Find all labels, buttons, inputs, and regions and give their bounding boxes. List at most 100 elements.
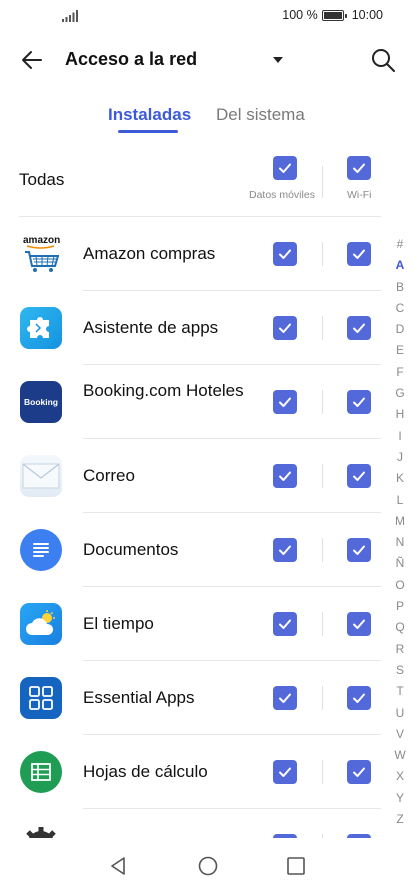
index-letter[interactable]: A xyxy=(390,255,410,276)
index-letter[interactable]: K xyxy=(390,468,410,489)
wifi-checkbox[interactable] xyxy=(347,390,371,414)
mobile-data-checkbox[interactable] xyxy=(273,760,297,784)
index-letter[interactable]: L xyxy=(390,490,410,511)
app-row[interactable]: El tiempo xyxy=(0,587,385,661)
wifi-checkbox[interactable] xyxy=(347,242,371,266)
checkmark-icon xyxy=(353,693,365,703)
alphabet-index[interactable]: # A B C D E F G H I J K L M N Ñ O P Q R S T U V W X Y Z xyxy=(390,234,410,830)
column-divider xyxy=(322,538,323,562)
app-name: Correo xyxy=(83,466,135,485)
app-name: Booking.com Hoteles xyxy=(83,381,244,400)
mobile-data-checkbox[interactable] xyxy=(273,242,297,266)
all-wifi-checkbox[interactable] xyxy=(347,156,371,180)
index-letter[interactable]: N xyxy=(390,532,410,553)
dropdown-triangle-icon[interactable] xyxy=(270,52,286,68)
index-letter[interactable]: M xyxy=(390,511,410,532)
wifi-checkbox[interactable] xyxy=(347,686,371,710)
tab-instaladas[interactable]: Instaladas xyxy=(108,105,191,125)
mobile-data-checkbox[interactable] xyxy=(273,612,297,636)
index-letter[interactable]: X xyxy=(390,766,410,787)
index-letter[interactable]: D xyxy=(390,319,410,340)
app-bar: Acceso a la red xyxy=(0,38,415,82)
app-row[interactable]: Essential Apps xyxy=(0,661,385,735)
home-nav-icon[interactable] xyxy=(196,854,220,878)
all-mobile-data-checkbox[interactable] xyxy=(273,156,297,180)
grid-apps-icon xyxy=(20,677,62,719)
index-letter[interactable]: S xyxy=(390,660,410,681)
wifi-checkbox[interactable] xyxy=(347,760,371,784)
index-letter[interactable]: O xyxy=(390,575,410,596)
checkmark-icon xyxy=(279,471,291,481)
back-nav-icon[interactable] xyxy=(106,854,130,878)
index-letter[interactable]: Z xyxy=(390,809,410,830)
index-letter[interactable]: E xyxy=(390,340,410,361)
index-letter[interactable]: I xyxy=(390,426,410,447)
checkmark-icon xyxy=(353,163,365,173)
checkmark-icon xyxy=(353,767,365,777)
app-row[interactable]: Correo xyxy=(0,439,385,513)
checkmark-icon xyxy=(353,545,365,555)
back-button[interactable] xyxy=(18,46,46,74)
index-letter[interactable]: V xyxy=(390,724,410,745)
app-row[interactable]: Booking Booking.com Hoteles xyxy=(0,365,385,439)
tab-indicator xyxy=(118,130,178,133)
column-divider xyxy=(322,686,323,710)
mobile-data-checkbox[interactable] xyxy=(273,464,297,488)
checkmark-icon xyxy=(279,693,291,703)
all-label: Todas xyxy=(19,170,65,189)
app-row[interactable]: Documentos xyxy=(0,513,385,587)
index-letter[interactable]: U xyxy=(390,703,410,724)
index-letter[interactable]: T xyxy=(390,681,410,702)
index-letter[interactable]: F xyxy=(390,362,410,383)
app-row[interactable]: Hojas de cálculo xyxy=(0,735,385,809)
column-divider xyxy=(322,464,323,488)
all-apps-row: Todas Datos móviles Wi-Fi xyxy=(0,150,415,216)
mobile-data-checkbox[interactable] xyxy=(273,686,297,710)
checkmark-icon xyxy=(279,163,291,173)
recents-nav-icon[interactable] xyxy=(284,854,308,878)
index-letter[interactable]: Q xyxy=(390,617,410,638)
search-icon[interactable] xyxy=(369,46,397,74)
wifi-checkbox[interactable] xyxy=(347,612,371,636)
weather-icon xyxy=(20,603,62,645)
checkmark-icon xyxy=(279,545,291,555)
wifi-checkbox[interactable] xyxy=(347,464,371,488)
booking-icon-text: Booking xyxy=(24,397,58,407)
mail-icon xyxy=(20,455,62,497)
wifi-checkbox[interactable] xyxy=(347,316,371,340)
wifi-checkbox[interactable] xyxy=(347,538,371,562)
back-arrow-icon xyxy=(22,51,42,69)
wifi-caption: Wi-Fi xyxy=(347,189,372,201)
index-letter[interactable]: H xyxy=(390,404,410,425)
column-divider xyxy=(322,316,323,340)
mobile-data-checkbox[interactable] xyxy=(273,538,297,562)
index-letter[interactable]: Y xyxy=(390,788,410,809)
index-letter[interactable]: J xyxy=(390,447,410,468)
tab-del-sistema[interactable]: Del sistema xyxy=(216,105,305,125)
signal-icon xyxy=(62,10,78,22)
app-name: El tiempo xyxy=(83,614,154,633)
battery-percent: 100 % xyxy=(282,8,318,22)
checkmark-icon xyxy=(279,767,291,777)
index-letter[interactable]: R xyxy=(390,639,410,660)
index-letter[interactable]: # xyxy=(390,234,410,255)
column-divider xyxy=(322,242,323,266)
navigation-bar xyxy=(0,840,415,890)
index-letter[interactable]: P xyxy=(390,596,410,617)
app-row[interactable]: Asistente de apps xyxy=(0,291,385,365)
tab-bar: Instaladas Del sistema xyxy=(0,100,415,140)
checkmark-icon xyxy=(353,323,365,333)
app-name: Amazon compras xyxy=(83,244,216,263)
mobile-data-checkbox[interactable] xyxy=(273,390,297,414)
index-letter[interactable]: C xyxy=(390,298,410,319)
app-name: Hojas de cálculo xyxy=(83,762,208,781)
index-letter[interactable]: G xyxy=(390,383,410,404)
index-letter[interactable]: Ñ xyxy=(390,553,410,574)
column-divider xyxy=(322,612,323,636)
app-name: Documentos xyxy=(83,540,179,559)
app-name: Essential Apps xyxy=(83,688,195,707)
app-row[interactable]: amazon Amazon compras xyxy=(0,217,385,291)
mobile-data-checkbox[interactable] xyxy=(273,316,297,340)
index-letter[interactable]: B xyxy=(390,277,410,298)
index-letter[interactable]: W xyxy=(390,745,410,766)
